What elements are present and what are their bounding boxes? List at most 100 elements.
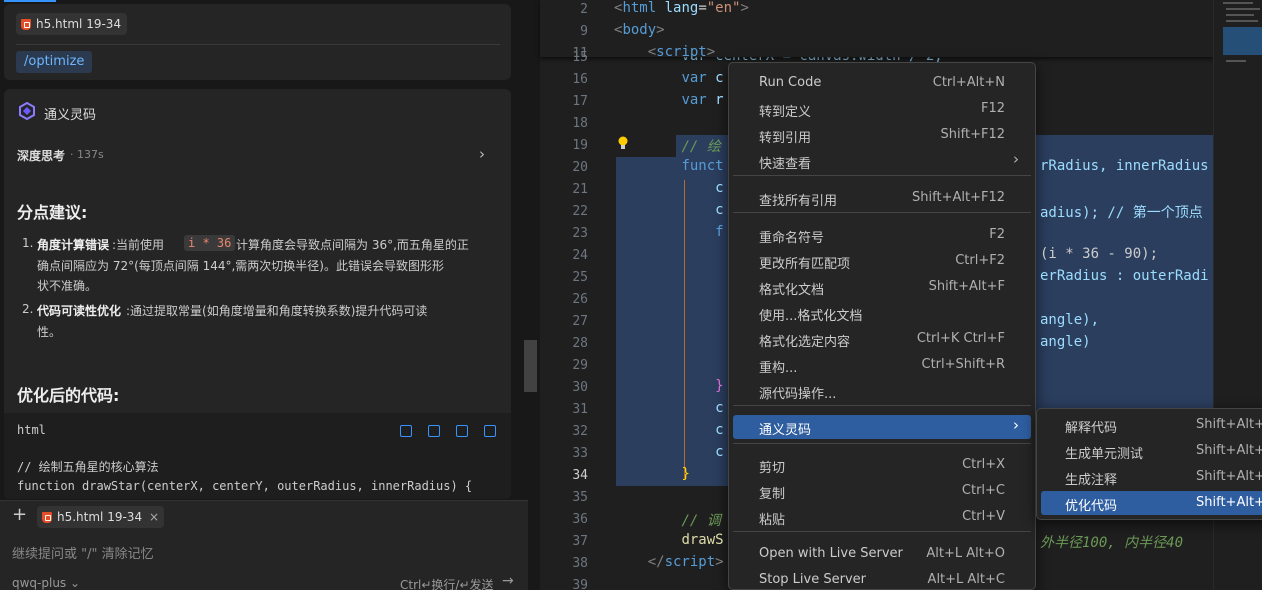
code-line[interactable]: // 调 <box>614 510 720 530</box>
code-line: function drawStar(centerX, centerY, oute… <box>17 479 473 493</box>
chat-panel: h5.html 19-34 /optimize 通义灵码 深度思考 · 137s… <box>0 0 540 590</box>
code-line[interactable]: var c <box>614 70 723 86</box>
line-number: 19 <box>572 138 588 153</box>
menu-item-15[interactable]: 粘贴 Ctrl+V <box>733 505 1031 529</box>
input-reference-chip[interactable]: h5.html 19-34 × <box>37 506 165 528</box>
menu-item-5[interactable]: 重命名符号 F2 <box>733 223 1031 247</box>
code-line[interactable]: c <box>614 202 723 218</box>
menu-item-label: 更改所有匹配项 <box>759 257 851 272</box>
menu-item-label: Open with Live Server <box>759 546 903 561</box>
menu-item-label: 重命名符号 <box>759 231 825 246</box>
new-file-icon[interactable] <box>456 425 468 437</box>
submenu-item-shortcut: Shift+Alt+V <box>1196 469 1262 484</box>
menu-item-shortcut: Alt+L Alt+O <box>926 546 1005 561</box>
code-reference-chip[interactable]: h5.html 19-34 <box>16 13 128 35</box>
section-heading-suggestions: 分点建议: <box>17 203 88 222</box>
code-line[interactable]: var r <box>614 92 723 108</box>
menu-item-13[interactable]: 剪切 Ctrl+X <box>733 453 1031 477</box>
menu-item-shortcut: F2 <box>989 227 1005 242</box>
code-line[interactable]: // 绘 <box>614 136 720 156</box>
copy-icon[interactable] <box>428 425 440 437</box>
code-line: // 绘制五角星的核心算法 <box>17 460 159 474</box>
chat-input-area: + h5.html 19-34 × 继续提问或 "/" 清除记忆 qwq-plu… <box>0 500 528 590</box>
code-line[interactable]: c <box>614 180 723 196</box>
user-message-card: h5.html 19-34 /optimize <box>4 4 511 80</box>
chevron-right-icon: › <box>479 145 485 163</box>
add-context-icon[interactable]: + <box>12 504 27 525</box>
tongyi-logo-icon <box>18 101 36 121</box>
insert-code-icon[interactable] <box>400 425 412 437</box>
command-tag: /optimize <box>16 51 93 73</box>
submenu-item-shortcut: Shift+Alt+P <box>1196 417 1262 432</box>
menu-item-shortcut: F12 <box>980 101 1005 116</box>
menu-item-6[interactable]: 更改所有匹配项 Ctrl+F2 <box>733 249 1031 273</box>
apply-diff-icon[interactable] <box>484 425 496 437</box>
sticky-code-line[interactable]: <script> <box>614 44 715 60</box>
menu-item-8[interactable]: 使用...格式化文档 <box>733 301 1031 325</box>
code-line[interactable]: drawS <box>614 532 723 548</box>
code-line[interactable]: </script> <box>614 554 724 570</box>
line-number: 20 <box>572 160 588 175</box>
section-heading-optimized-code: 优化后的代码: <box>17 386 120 405</box>
menu-item-label: 转到定义 <box>759 105 812 120</box>
submenu-item-0[interactable]: 解释代码 Shift+Alt+P <box>1041 413 1262 437</box>
menu-item-2[interactable]: 转到引用 Shift+F12 <box>733 123 1031 147</box>
menu-item-16[interactable]: Open with Live Server Alt+L Alt+O <box>733 542 1031 566</box>
submenu-item-1[interactable]: 生成单元测试 Shift+Alt+U <box>1041 439 1262 463</box>
code-line[interactable]: c <box>614 444 723 460</box>
inline-code: i * 36 <box>184 235 236 251</box>
chat-input[interactable]: 继续提问或 "/" 清除记忆 <box>12 543 154 562</box>
html5-icon <box>42 512 52 523</box>
menu-item-4[interactable]: 查找所有引用 Shift+Alt+F12 <box>733 186 1031 210</box>
html5-icon <box>21 19 31 30</box>
list-item-text: :通过提取常量(如角度增量和角度转换系数)提升代码可读 <box>126 304 428 318</box>
assistant-name: 通义灵码 <box>44 108 97 123</box>
code-fragment: (i * 36 - 90); <box>1040 246 1159 262</box>
menu-item-9[interactable]: 格式化选定内容 Ctrl+K Ctrl+F <box>733 327 1031 351</box>
list-item-number: 2. <box>22 302 34 316</box>
code-fragment: 外半径100, 内半径40 <box>1040 535 1184 551</box>
menu-item-1[interactable]: 转到定义 F12 <box>733 97 1031 121</box>
line-number: 26 <box>572 292 588 307</box>
code-line[interactable]: } <box>614 466 689 482</box>
close-icon[interactable]: × <box>149 506 159 528</box>
list-item-text: 确点间隔应为 72°(每顶点间隔 144°,需两次切换半径)。此错误会导致图形形 <box>37 259 444 273</box>
sticky-code-line[interactable]: <body> <box>614 22 665 38</box>
list-item-text: 状不准确。 <box>37 279 98 293</box>
menu-item-17[interactable]: Stop Live Server Alt+L Alt+C <box>733 568 1031 590</box>
menu-item-label: Run Code <box>759 75 822 90</box>
menu-item-14[interactable]: 复制 Ctrl+C <box>733 479 1031 503</box>
menu-item-7[interactable]: 格式化文档 Shift+Alt+F <box>733 275 1031 299</box>
send-icon[interactable]: → <box>502 573 514 589</box>
send-hint: Ctrl↵换行/↵发送 <box>400 578 494 590</box>
submenu-item-2[interactable]: 生成注释 Shift+Alt+V <box>1041 465 1262 489</box>
submenu-item-3[interactable]: 优化代码 Shift+Alt+M <box>1041 491 1262 515</box>
menu-item-12[interactable]: 通义灵码 › <box>733 415 1031 439</box>
line-number: 33 <box>572 446 588 461</box>
menu-separator <box>733 175 1031 176</box>
code-line[interactable]: } <box>614 378 723 394</box>
menu-item-11[interactable]: 源代码操作... <box>733 379 1031 403</box>
sticky-code-line[interactable]: <html lang="en"> <box>614 0 749 16</box>
submenu-item-label: 优化代码 <box>1065 499 1118 514</box>
code-line[interactable]: funct <box>614 158 723 174</box>
menu-item-shortcut: Ctrl+K Ctrl+F <box>916 331 1005 346</box>
submenu-item-label: 生成单元测试 <box>1065 447 1144 462</box>
menu-item-shortcut: Alt+L Alt+C <box>927 572 1005 587</box>
model-selector[interactable]: qwq-plus ⌄ <box>12 576 80 590</box>
line-number: 37 <box>572 534 588 549</box>
submenu-item-label: 解释代码 <box>1065 421 1118 436</box>
menu-item-0[interactable]: Run Code Ctrl+Alt+N <box>733 71 1031 95</box>
scrollbar-thumb[interactable] <box>524 340 537 392</box>
menu-item-3[interactable]: 快速查看 › <box>733 149 1031 173</box>
submenu-item-shortcut: Shift+Alt+U <box>1196 443 1262 458</box>
code-line[interactable]: c <box>614 422 723 438</box>
deep-thinking-toggle[interactable]: 深度思考 · 137s › <box>14 144 499 166</box>
menu-item-10[interactable]: 重构... Ctrl+Shift+R <box>733 353 1031 377</box>
code-line[interactable]: c <box>614 400 723 416</box>
active-tab-indicator <box>4 0 56 2</box>
line-number: 25 <box>572 270 588 285</box>
line-number: 16 <box>572 72 588 87</box>
submenu-item-shortcut: Shift+Alt+M <box>1196 495 1262 510</box>
code-line[interactable]: f <box>614 224 723 240</box>
